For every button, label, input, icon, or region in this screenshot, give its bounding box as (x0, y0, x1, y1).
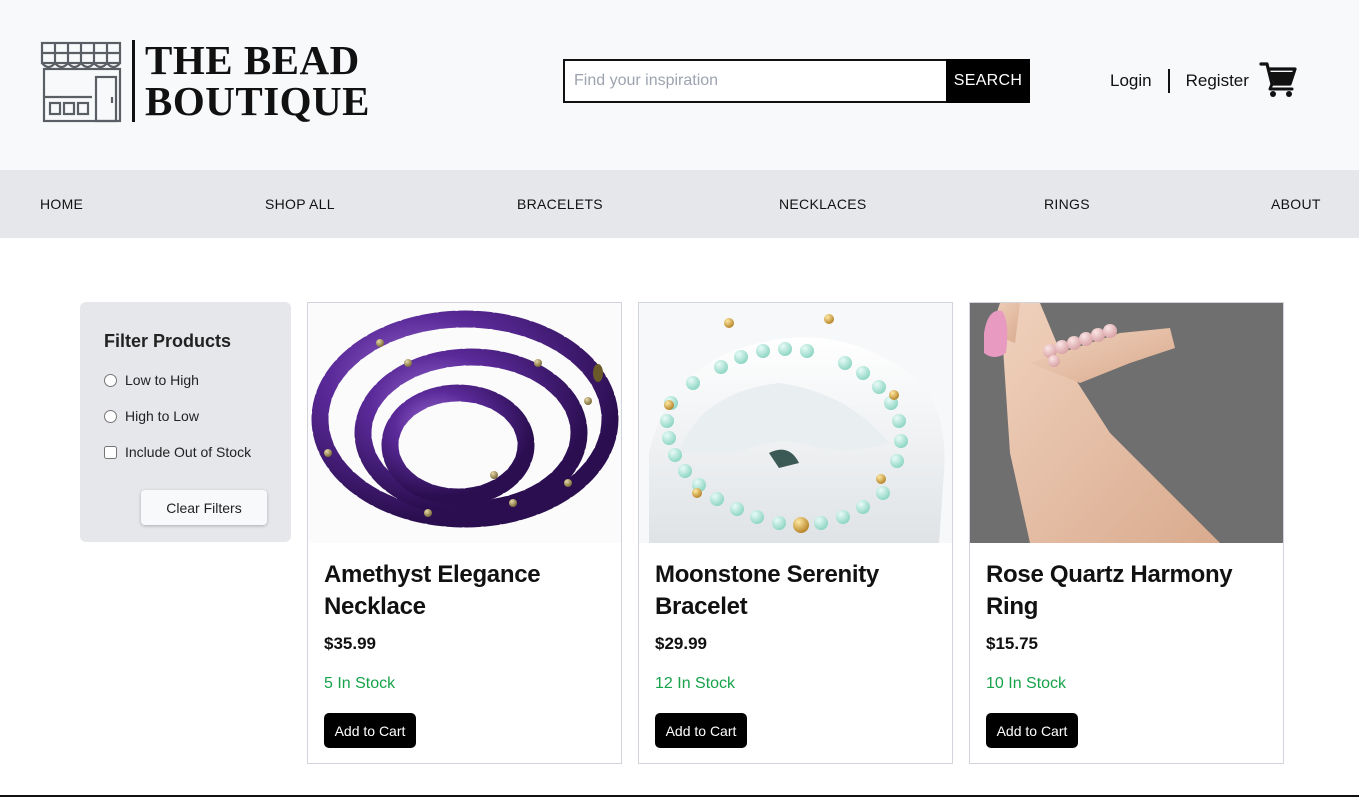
product-image[interactable] (639, 303, 952, 543)
add-to-cart-button[interactable]: Add to Cart (655, 713, 747, 748)
auth-links: Login Register (1110, 68, 1249, 94)
stock-status: 5 In Stock (324, 675, 396, 692)
storefront-icon (40, 41, 122, 123)
nav-item-shop-all[interactable]: SHOP ALL (265, 196, 335, 212)
product-card: Rose Quartz Harmony Ring $15.75 10 In St… (969, 302, 1284, 764)
nav-item-necklaces[interactable]: NECKLACES (779, 196, 867, 212)
cart-icon[interactable] (1259, 60, 1297, 98)
filter-panel: Filter Products Low to High High to Low … (80, 302, 291, 542)
filter-option-low-to-high[interactable]: Low to High (104, 372, 199, 388)
register-link[interactable]: Register (1186, 71, 1249, 91)
search-bar: SEARCH (563, 59, 1030, 103)
filter-option-include-out-of-stock[interactable]: Include Out of Stock (104, 444, 251, 460)
filter-option-label: Include Out of Stock (125, 444, 252, 460)
brand-name: THE BEAD BOUTIQUE (145, 40, 370, 122)
nav-item-rings[interactable]: RINGS (1044, 196, 1090, 212)
nav-item-bracelets[interactable]: BRACELETS (517, 196, 603, 212)
product-card: Amethyst Elegance Necklace $35.99 5 In S… (307, 302, 622, 764)
brand-line-1: THE BEAD (145, 37, 360, 83)
product-image[interactable] (308, 303, 621, 543)
main-nav: HOME SHOP ALL BRACELETS NECKLACES RINGS … (0, 170, 1359, 238)
filter-option-label: Low to High (125, 372, 199, 388)
add-to-cart-button[interactable]: Add to Cart (324, 713, 416, 748)
stock-status: 12 In Stock (655, 675, 736, 692)
rose-quartz-ring-photo (970, 303, 1283, 543)
product-card: Moonstone Serenity Bracelet $29.99 12 In… (638, 302, 953, 764)
product-price: $35.99 (324, 634, 376, 653)
nav-item-about[interactable]: ABOUT (1271, 196, 1321, 212)
product-image[interactable] (970, 303, 1283, 543)
clear-filters-button[interactable]: Clear Filters (141, 490, 267, 525)
filter-option-label: High to Low (125, 408, 199, 424)
nav-item-home[interactable]: HOME (40, 196, 83, 212)
add-to-cart-button[interactable]: Add to Cart (986, 713, 1078, 748)
site-header: THE BEAD BOUTIQUE SEARCH Login Register (0, 0, 1359, 170)
product-name[interactable]: Amethyst Elegance Necklace (324, 559, 609, 623)
sort-low-to-high-radio[interactable] (104, 373, 117, 387)
logo-divider (132, 40, 135, 122)
login-link[interactable]: Login (1110, 71, 1152, 91)
product-price: $29.99 (655, 634, 707, 653)
stock-status: 10 In Stock (986, 675, 1067, 692)
product-price: $15.75 (986, 634, 1038, 653)
filter-title: Filter Products (104, 331, 232, 351)
product-name[interactable]: Rose Quartz Harmony Ring (986, 559, 1271, 623)
filter-option-high-to-low[interactable]: High to Low (104, 408, 199, 424)
moonstone-bracelet-photo (639, 303, 952, 543)
brand-line-2: BOUTIQUE (145, 78, 370, 124)
brand-logo[interactable]: THE BEAD BOUTIQUE (40, 38, 370, 124)
product-name[interactable]: Moonstone Serenity Bracelet (655, 559, 940, 623)
search-input[interactable] (563, 59, 946, 103)
sort-high-to-low-radio[interactable] (104, 409, 117, 423)
auth-divider (1167, 69, 1170, 93)
include-out-of-stock-checkbox[interactable] (104, 445, 117, 459)
amethyst-necklace-photo (308, 303, 621, 543)
search-button[interactable]: SEARCH (946, 59, 1030, 103)
